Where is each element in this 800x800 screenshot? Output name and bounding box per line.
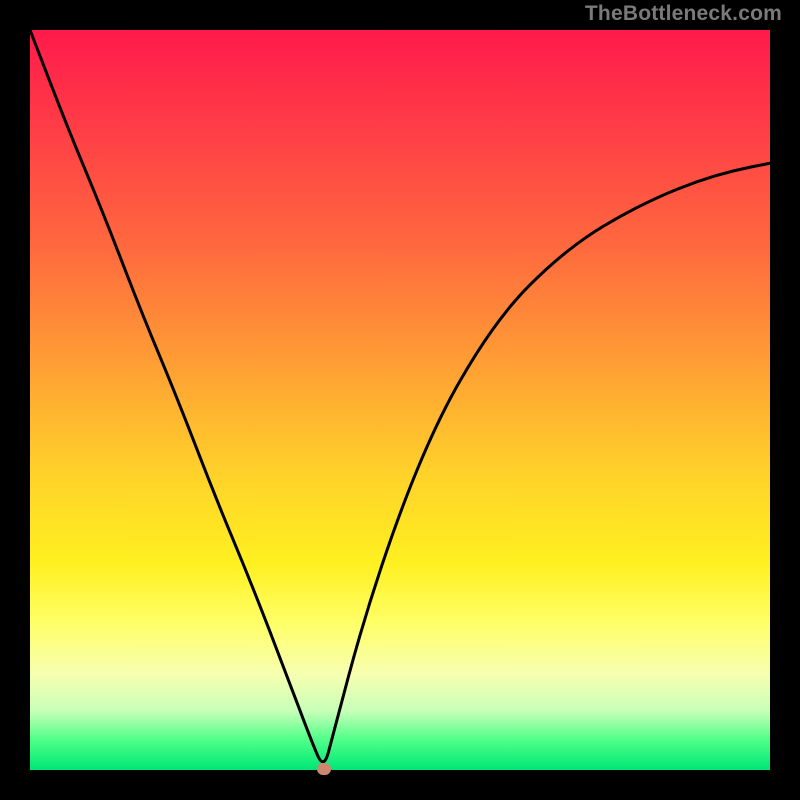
bottleneck-curve [30,30,770,770]
watermark-text: TheBottleneck.com [585,2,782,26]
plot-area [30,30,770,770]
curve-path [30,30,770,762]
chart-frame: TheBottleneck.com [0,0,800,800]
optimal-point-marker [317,763,331,775]
